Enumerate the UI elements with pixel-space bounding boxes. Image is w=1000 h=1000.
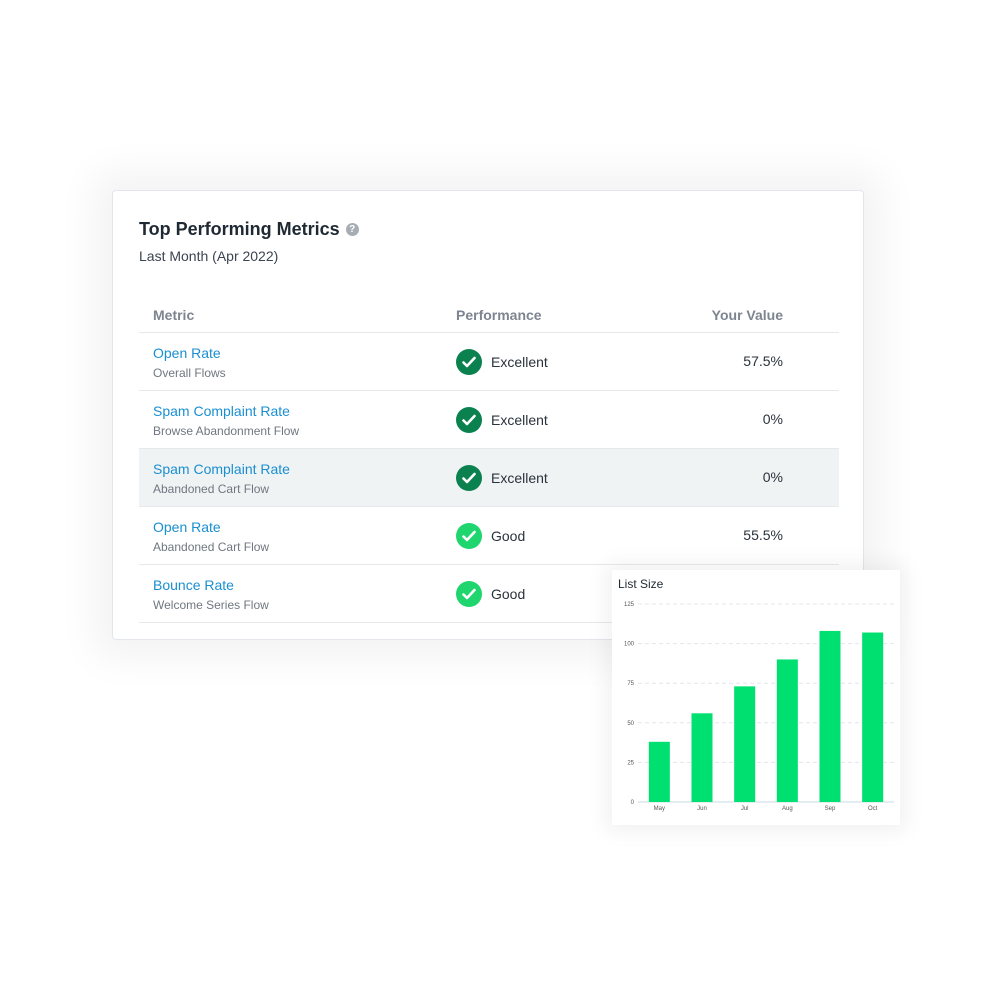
y-tick-label: 25 [627, 760, 634, 766]
table-row: Spam Complaint Rate Abandoned Cart Flow … [139, 449, 839, 507]
x-tick-label: Aug [782, 806, 793, 812]
x-tick-label: May [654, 806, 665, 812]
metric-value: 0% [762, 411, 783, 427]
bar-may [648, 741, 670, 802]
performance-status: Good [456, 581, 525, 607]
metric-link[interactable]: Bounce Rate [153, 577, 234, 593]
x-tick-label: Jun [697, 806, 707, 812]
period-label: Last Month (Apr 2022) [139, 248, 279, 264]
check-circle-icon [456, 523, 482, 549]
performance-label: Good [491, 528, 526, 544]
performance-label: Excellent [491, 412, 548, 428]
bar-jul [734, 686, 756, 802]
performance-status: Excellent [456, 407, 548, 433]
check-circle-icon [456, 581, 482, 607]
x-tick-label: Oct [868, 806, 878, 812]
column-metric[interactable]: Metric [153, 307, 194, 323]
metric-link[interactable]: Open Rate [153, 519, 221, 535]
bar-sep [819, 630, 841, 802]
flow-name: Abandoned Cart Flow [153, 482, 270, 496]
metric-link[interactable]: Spam Complaint Rate [153, 461, 290, 477]
bar-jun [691, 713, 713, 802]
bar-oct [862, 632, 884, 802]
check-circle-icon [456, 407, 482, 433]
x-tick-label: Sep [825, 806, 836, 812]
performance-label: Excellent [491, 470, 548, 486]
column-performance[interactable]: Performance [456, 307, 542, 323]
table-row: Open Rate Abandoned Cart Flow Good 55.5% [139, 507, 839, 565]
check-circle-icon [456, 465, 482, 491]
card-title: Top Performing Metrics ? [139, 219, 359, 240]
y-tick-label: 125 [624, 602, 635, 608]
chart-plot: 0 25 50 75 100 125 May Jun Jul Aug Sep Oct [624, 602, 894, 812]
performance-status: Excellent [456, 349, 548, 375]
flow-name: Abandoned Cart Flow [153, 540, 270, 554]
metric-link[interactable]: Open Rate [153, 345, 221, 361]
metric-value: 55.5% [743, 527, 783, 543]
table-header: Metric Performance Your Value [139, 295, 839, 333]
y-tick-label: 75 [627, 681, 634, 687]
performance-label: Excellent [491, 354, 548, 370]
flow-name: Overall Flows [153, 366, 226, 380]
y-tick-label: 100 [624, 642, 635, 648]
check-circle-icon [456, 349, 482, 375]
y-tick-label: 0 [631, 800, 635, 806]
performance-label: Good [491, 586, 526, 602]
metric-value: 57.5% [743, 353, 783, 369]
table-row: Open Rate Overall Flows Excellent 57.5% [139, 333, 839, 391]
metric-value: 0% [762, 469, 783, 485]
card-title-text: Top Performing Metrics [139, 219, 340, 239]
list-size-chart: List Size 0 25 50 75 100 125 May Jun Jul Aug Sep Oc… [612, 570, 900, 825]
performance-status: Excellent [456, 465, 548, 491]
performance-status: Good [456, 523, 525, 549]
table-row: Spam Complaint Rate Browse Abandonment F… [139, 391, 839, 449]
x-tick-label: Jul [741, 806, 749, 812]
flow-name: Welcome Series Flow [153, 598, 269, 612]
metric-link[interactable]: Spam Complaint Rate [153, 403, 290, 419]
flow-name: Browse Abandonment Flow [153, 424, 300, 438]
column-your-value[interactable]: Your Value [712, 307, 783, 323]
bar-aug [776, 659, 798, 802]
y-tick-label: 50 [627, 721, 634, 727]
question-circle-icon[interactable]: ? [345, 223, 359, 236]
